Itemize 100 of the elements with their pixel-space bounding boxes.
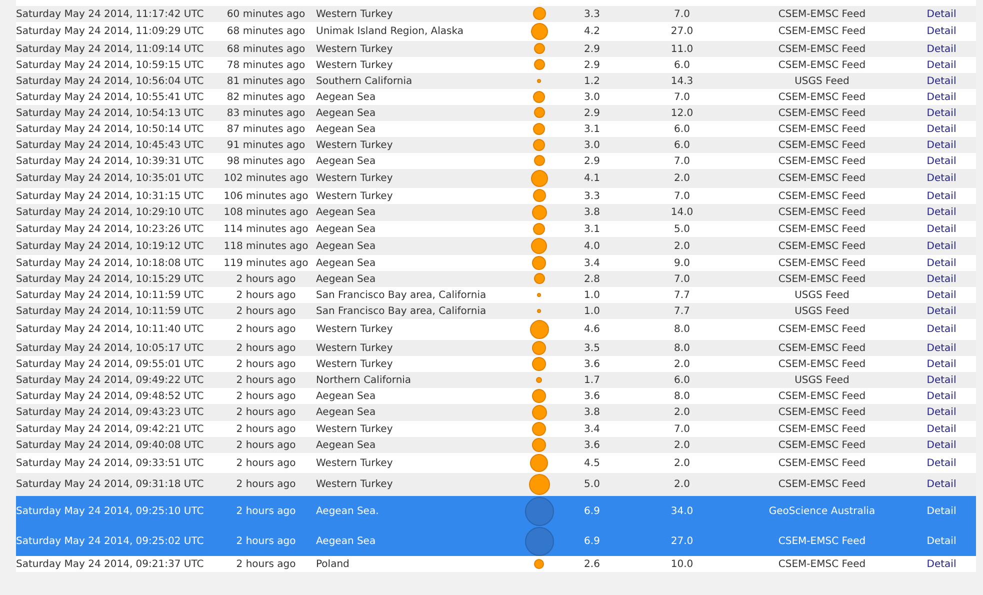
detail-link[interactable]: Detail	[926, 558, 956, 570]
table-row[interactable]: Saturday May 24 2014, 10:35:01 UTC 102 minutes ago Western Turkey 4.1 2.0 CSEM-EMSC Feed Detail	[16, 169, 976, 188]
magnitude-dot	[532, 189, 546, 202]
date-text: Saturday May 24 2014, 09:49:22 UTC	[16, 374, 204, 386]
detail-link[interactable]: Detail	[926, 390, 956, 402]
source-text: CSEM-EMSC Feed	[778, 536, 866, 546]
source-text: USGS Feed	[794, 290, 850, 300]
magnitude-text: 1.0	[584, 306, 600, 316]
table-row[interactable]: Saturday May 24 2014, 10:23:26 UTC 114 minutes ago Aegean Sea 3.1 5.0 CSEM-EMSC Feed Detail	[16, 221, 976, 237]
detail-link[interactable]: Detail	[926, 536, 956, 546]
detail-link[interactable]: Detail	[926, 324, 956, 335]
age-text: 87 minutes ago	[226, 124, 306, 134]
age-text: 82 minutes ago	[226, 92, 306, 102]
magnitude-text: 5.0	[584, 479, 600, 490]
table-row[interactable]: Saturday May 24 2014, 10:39:31 UTC 98 minutes ago Aegean Sea 2.9 7.0 CSEM-EMSC Feed Detail	[16, 153, 976, 169]
age-text: 118 minutes ago	[224, 240, 308, 252]
depth-text: 7.0	[674, 274, 690, 284]
date-text: Saturday May 24 2014, 11:17:42 UTC	[16, 8, 204, 20]
table-row[interactable]: Saturday May 24 2014, 09:55:01 UTC 2 hours ago Western Turkey 3.6 2.0 CSEM-EMSC Feed Detail	[16, 356, 976, 372]
source-text: CSEM-EMSC Feed	[778, 274, 866, 284]
detail-link[interactable]: Detail	[926, 506, 956, 516]
table-row[interactable]: Saturday May 24 2014, 09:48:52 UTC 2 hours ago Aegean Sea 3.6 8.0 CSEM-EMSC Feed Detail	[16, 388, 976, 404]
region-text: Aegean Sea	[316, 274, 376, 284]
table-row[interactable]: Saturday May 24 2014, 10:05:17 UTC 2 hours ago Western Turkey 3.5 8.0 CSEM-EMSC Feed Detail	[16, 340, 976, 356]
magnitude-text: 2.9	[584, 60, 600, 70]
source-text: USGS Feed	[794, 76, 850, 86]
table-row[interactable]: Saturday May 24 2014, 09:25:10 UTC 2 hours ago Aegean Sea. 6.9 34.0 GeoScience Australia Detail	[16, 496, 976, 526]
magnitude-dot	[534, 273, 544, 284]
table-row[interactable]: Saturday May 24 2014, 10:50:14 UTC 87 minutes ago Aegean Sea 3.1 6.0 CSEM-EMSC Feed Detail	[16, 121, 976, 137]
magnitude-text: 2.6	[584, 558, 600, 570]
age-text: 2 hours ago	[236, 324, 296, 335]
table-row[interactable]: Saturday May 24 2014, 10:45:43 UTC 91 minutes ago Western Turkey 3.0 6.0 CSEM-EMSC Feed Detail	[16, 137, 976, 153]
depth-text: 8.0	[674, 342, 690, 354]
table-row[interactable]: Saturday May 24 2014, 09:42:21 UTC 2 hours ago Western Turkey 3.4 7.0 CSEM-EMSC Feed Detail	[16, 421, 976, 437]
date-text: Saturday May 24 2014, 10:11:59 UTC	[16, 290, 204, 300]
table-row[interactable]: Saturday May 24 2014, 10:18:08 UTC 119 minutes ago Aegean Sea 3.4 9.0 CSEM-EMSC Feed Detail	[16, 255, 976, 271]
region-text: Western Turkey	[316, 60, 393, 70]
table-row[interactable]: Saturday May 24 2014, 10:11:40 UTC 2 hours ago Western Turkey 4.6 8.0 CSEM-EMSC Feed Detail	[16, 319, 976, 340]
region-text: Western Turkey	[316, 458, 393, 468]
detail-link[interactable]: Detail	[926, 290, 956, 300]
date-text: Saturday May 24 2014, 09:25:10 UTC	[16, 506, 204, 516]
table-row[interactable]: Saturday May 24 2014, 10:11:59 UTC 2 hours ago San Francisco Bay area, California 1.0 7.7 USGS Feed Detail	[16, 303, 976, 319]
date-text: Saturday May 24 2014, 09:31:18 UTC	[16, 479, 204, 490]
magnitude-dot	[534, 558, 544, 569]
detail-link[interactable]: Detail	[926, 156, 956, 166]
detail-link[interactable]: Detail	[926, 190, 956, 202]
table-row[interactable]: Saturday May 24 2014, 11:09:14 UTC 68 minutes ago Western Turkey 2.9 11.0 CSEM-EMSC Feed Detail	[16, 41, 976, 57]
magnitude-dot	[528, 474, 550, 495]
depth-text: 34.0	[670, 506, 694, 516]
source-text: CSEM-EMSC Feed	[778, 458, 866, 468]
depth-text: 7.0	[674, 92, 690, 102]
detail-link[interactable]: Detail	[926, 224, 956, 234]
table-row[interactable]: Saturday May 24 2014, 09:40:08 UTC 2 hours ago Aegean Sea 3.6 2.0 CSEM-EMSC Feed Detail	[16, 437, 976, 453]
depth-text: 12.0	[670, 108, 694, 118]
detail-link[interactable]: Detail	[926, 26, 956, 37]
detail-link[interactable]: Detail	[926, 60, 956, 70]
detail-link[interactable]: Detail	[926, 458, 956, 468]
detail-link[interactable]: Detail	[926, 424, 956, 434]
table-row[interactable]: Saturday May 24 2014, 10:56:04 UTC 81 minutes ago Southern California 1.2 14.3 USGS Feed Detail	[16, 73, 976, 89]
table-row[interactable]: Saturday May 24 2014, 09:33:51 UTC 2 hours ago Western Turkey 4.5 2.0 CSEM-EMSC Feed Detail	[16, 453, 976, 473]
depth-text: 2.0	[674, 407, 690, 418]
table-row[interactable]: Saturday May 24 2014, 10:31:15 UTC 106 minutes ago Western Turkey 3.3 7.0 CSEM-EMSC Feed Detail	[16, 188, 976, 204]
date-text: Saturday May 24 2014, 10:50:14 UTC	[16, 124, 204, 134]
magnitude-dot	[532, 422, 546, 436]
source-text: CSEM-EMSC Feed	[778, 440, 866, 450]
magnitude-text: 3.5	[584, 342, 600, 354]
table-row[interactable]: Saturday May 24 2014, 10:59:15 UTC 78 minutes ago Western Turkey 2.9 6.0 CSEM-EMSC Feed Detail	[16, 57, 976, 73]
table-row[interactable]: Saturday May 24 2014, 10:55:41 UTC 82 minutes ago Aegean Sea 3.0 7.0 CSEM-EMSC Feed Detail	[16, 89, 976, 105]
date-text: Saturday May 24 2014, 10:15:29 UTC	[16, 274, 204, 284]
table-row[interactable]: Saturday May 24 2014, 10:15:29 UTC 2 hours ago Aegean Sea 2.8 7.0 CSEM-EMSC Feed Detail	[16, 271, 976, 287]
table-row[interactable]: Saturday May 24 2014, 09:43:23 UTC 2 hours ago Aegean Sea 3.8 2.0 CSEM-EMSC Feed Detail	[16, 404, 976, 421]
table-row[interactable]: Saturday May 24 2014, 09:25:02 UTC 2 hours ago Aegean Sea 6.9 27.0 CSEM-EMSC Feed Detail	[16, 526, 976, 556]
source-text: CSEM-EMSC Feed	[778, 108, 866, 118]
table-row[interactable]: Saturday May 24 2014, 10:11:59 UTC 2 hours ago San Francisco Bay area, California 1.0 7.7 USGS Feed Detail	[16, 287, 976, 303]
age-text: 60 minutes ago	[226, 8, 306, 20]
table-row[interactable]: Saturday May 24 2014, 11:17:42 UTC 60 minutes ago Western Turkey 3.3 7.0 CSEM-EMSC Feed Detail	[16, 6, 976, 22]
table-row[interactable]: Saturday May 24 2014, 09:21:37 UTC 2 hours ago Poland 2.6 10.0 CSEM-EMSC Feed Detail	[16, 556, 976, 572]
age-text: 2 hours ago	[236, 306, 296, 316]
table-row[interactable]: Saturday May 24 2014, 10:54:13 UTC 83 minutes ago Aegean Sea 2.9 12.0 CSEM-EMSC Feed Detail	[16, 105, 976, 121]
table-row[interactable]: Saturday May 24 2014, 09:49:22 UTC 2 hours ago Northern California 1.7 6.0 USGS Feed Detail	[16, 372, 976, 388]
source-text: CSEM-EMSC Feed	[778, 173, 866, 184]
age-text: 2 hours ago	[236, 274, 296, 284]
magnitude-text: 1.7	[584, 374, 600, 386]
region-text: Western Turkey	[316, 342, 393, 354]
age-text: 78 minutes ago	[226, 60, 306, 70]
table-row[interactable]: Saturday May 24 2014, 11:09:29 UTC 68 minutes ago Unimak Island Region, Alaska 4.2 27.0 CSEM-EMSC Feed Detail	[16, 22, 976, 41]
source-text: CSEM-EMSC Feed	[778, 558, 866, 570]
region-text: Aegean Sea	[316, 156, 376, 166]
detail-link[interactable]: Detail	[926, 92, 956, 102]
magnitude-dot	[537, 78, 541, 83]
detail-link[interactable]: Detail	[926, 124, 956, 134]
table-row[interactable]: Saturday May 24 2014, 10:19:12 UTC 118 minutes ago Aegean Sea 4.0 2.0 CSEM-EMSC Feed Detail	[16, 237, 976, 255]
table-row[interactable]: Saturday May 24 2014, 10:29:10 UTC 108 minutes ago Aegean Sea 3.8 14.0 CSEM-EMSC Feed Detail	[16, 204, 976, 221]
date-text: Saturday May 24 2014, 10:35:01 UTC	[16, 173, 204, 184]
depth-text: 5.0	[674, 224, 690, 234]
detail-link[interactable]: Detail	[926, 258, 956, 268]
magnitude-text: 3.6	[584, 440, 600, 450]
detail-link[interactable]: Detail	[926, 358, 956, 370]
magnitude-dot	[532, 357, 546, 371]
table-row[interactable]: Saturday May 24 2014, 09:31:18 UTC 2 hours ago Western Turkey 5.0 2.0 CSEM-EMSC Feed Detail	[16, 473, 976, 496]
